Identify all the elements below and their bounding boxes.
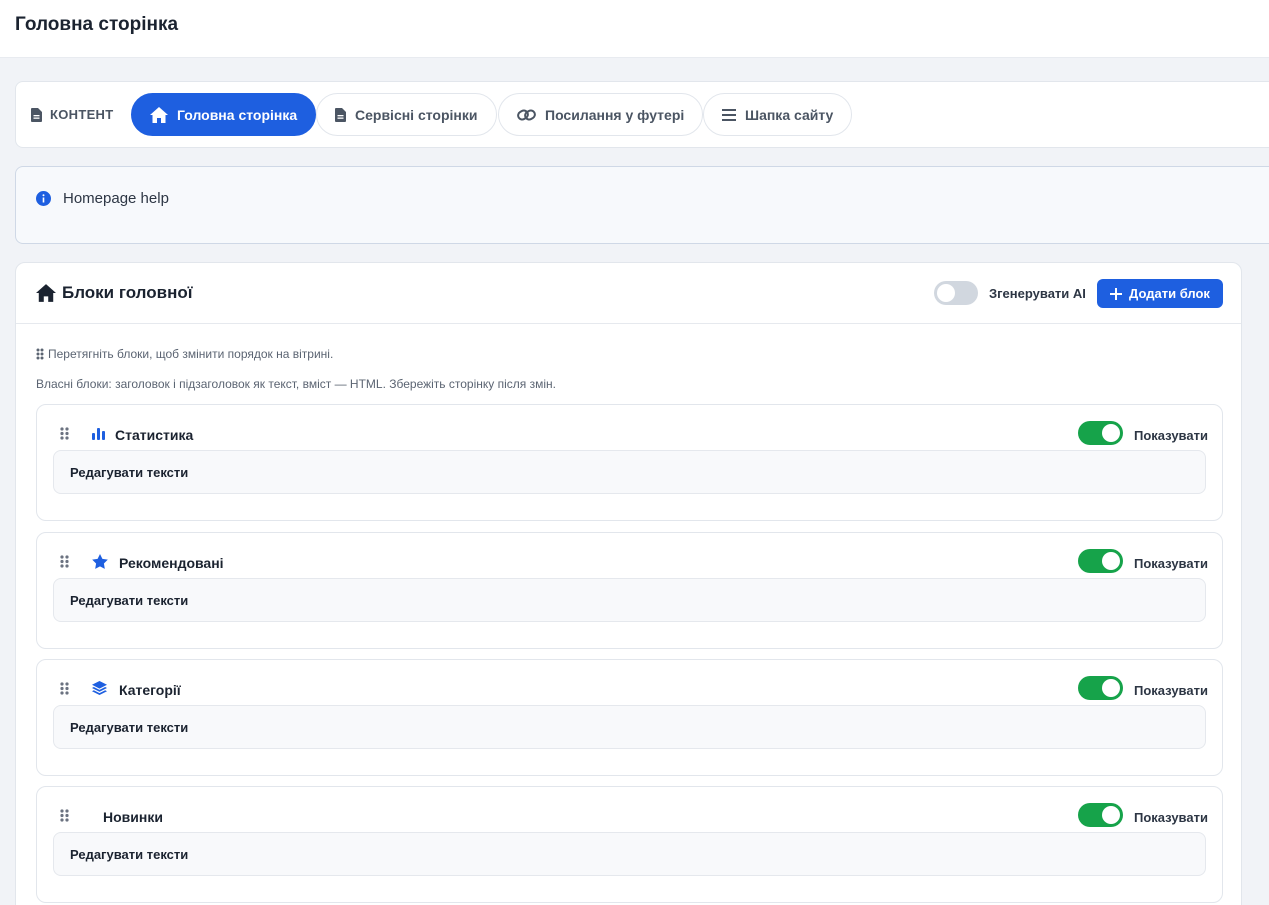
blocks-title: Блоки головної: [36, 283, 193, 303]
generate-ai-toggle[interactable]: [934, 281, 978, 305]
add-block-button[interactable]: Додати блок: [1097, 279, 1223, 308]
block-name: Новинки: [103, 809, 163, 825]
edit-texts-button[interactable]: Редагувати тексти: [53, 578, 1206, 622]
block-name: Рекомендовані: [119, 555, 224, 571]
toggle-knob: [1102, 424, 1120, 442]
show-block-toggle[interactable]: [1078, 549, 1123, 573]
drag-handle-icon[interactable]: [60, 809, 69, 822]
block-name: Категорії: [119, 682, 181, 698]
star-icon: [92, 554, 108, 569]
block-item-statistics: Статистика Показувати Редагувати тексти: [36, 404, 1223, 521]
page-title: Головна сторінка: [15, 14, 179, 35]
tab-label: Шапка сайту: [745, 106, 834, 123]
generate-ai-label: Згенерувати AI: [989, 286, 1086, 301]
show-block-toggle[interactable]: [1078, 421, 1123, 445]
toggle-knob: [1102, 679, 1120, 697]
edit-texts-button[interactable]: Редагувати тексти: [53, 705, 1206, 749]
drag-handle-icon[interactable]: [60, 555, 69, 568]
drag-hint: Перетягніть блоки, щоб змінити порядок н…: [36, 347, 333, 361]
drag-handle-icon[interactable]: [60, 427, 69, 440]
block-item-recommended: Рекомендовані Показувати Редагувати текс…: [36, 532, 1223, 649]
content-section-label: КОНТЕНТ: [31, 107, 113, 122]
drag-handle-icon[interactable]: [60, 682, 69, 695]
show-label: Показувати: [1134, 810, 1208, 825]
home-icon: [150, 106, 168, 123]
tab-label: Посилання у футері: [545, 106, 685, 123]
show-label: Показувати: [1134, 428, 1208, 443]
blocks-header: Блоки головної Згенерувати AI Додати бло…: [16, 263, 1241, 324]
block-item-categories: Категорії Показувати Редагувати тексти: [36, 659, 1223, 776]
show-block-toggle[interactable]: [1078, 803, 1123, 827]
block-name: Статистика: [115, 427, 194, 443]
block-item-new-arrivals: Новинки Показувати Редагувати тексти: [36, 786, 1223, 903]
bar-chart-icon: [92, 428, 105, 440]
info-icon: [36, 191, 51, 206]
plus-icon: [1110, 287, 1123, 300]
tab-footer-links[interactable]: Посилання у футері: [498, 93, 704, 136]
tab-site-header[interactable]: Шапка сайту: [703, 93, 853, 136]
menu-icon: [722, 108, 736, 121]
top-bar: Головна сторінка: [0, 0, 1269, 58]
toggle-knob: [937, 284, 955, 302]
drag-handle-icon: [36, 348, 44, 360]
file-icon: [335, 107, 346, 122]
tab-label: Сервісні сторінки: [355, 106, 478, 123]
tab-service-pages[interactable]: Сервісні сторінки: [316, 93, 497, 136]
homepage-blocks-card: Блоки головної Згенерувати AI Додати бло…: [15, 262, 1242, 905]
layers-icon: [92, 681, 107, 695]
show-block-toggle[interactable]: [1078, 676, 1123, 700]
content-tabs-bar: КОНТЕНТ Головна сторінка Сервісні сторін…: [15, 81, 1269, 148]
edit-texts-button[interactable]: Редагувати тексти: [53, 832, 1206, 876]
show-label: Показувати: [1134, 556, 1208, 571]
document-icon: [31, 107, 42, 122]
help-text: Homepage help: [63, 190, 169, 207]
toggle-knob: [1102, 806, 1120, 824]
home-icon: [36, 284, 56, 302]
tab-home-page[interactable]: Головна сторінка: [131, 93, 317, 136]
help-box: Homepage help: [15, 166, 1269, 244]
custom-blocks-hint: Власні блоки: заголовок і підзаголовок я…: [36, 377, 556, 391]
tab-label: Головна сторінка: [177, 106, 298, 123]
edit-texts-button[interactable]: Редагувати тексти: [53, 450, 1206, 494]
toggle-knob: [1102, 552, 1120, 570]
show-label: Показувати: [1134, 683, 1208, 698]
link-icon: [517, 109, 536, 120]
